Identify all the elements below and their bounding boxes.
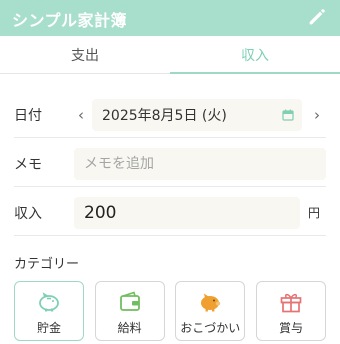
memo-input[interactable] xyxy=(74,147,326,180)
category-label: 給料 xyxy=(117,321,142,335)
category-label: おこづかい xyxy=(180,321,241,335)
category-label: 賞与 xyxy=(278,321,303,335)
gift-icon xyxy=(280,293,302,313)
type-tabs: 支出 収入 xyxy=(0,36,340,74)
category-title: カテゴリー xyxy=(14,257,80,272)
chevron-right-icon[interactable]: › xyxy=(310,100,324,130)
date-value: 2025年8月5日 (火) xyxy=(102,107,227,124)
category-allowance[interactable]: おこづかい xyxy=(175,281,246,341)
wallet-icon xyxy=(119,291,140,311)
amount-input[interactable] xyxy=(74,196,300,229)
date-picker[interactable]: 2025年8月5日 (火) xyxy=(92,98,302,131)
category-list: 貯金 給料 おこづかい 賞与 xyxy=(14,281,326,341)
amount-row: 収入 円 xyxy=(14,190,326,236)
pig-icon xyxy=(201,293,221,312)
chevron-left-icon[interactable]: ‹ xyxy=(74,100,88,130)
tab-expense[interactable]: 支出 xyxy=(0,36,170,73)
app-header: シンプル家計簿 xyxy=(0,0,340,36)
tab-income[interactable]: 収入 xyxy=(170,36,340,74)
app-title: シンプル家計簿 xyxy=(12,11,128,30)
category-bonus[interactable]: 賞与 xyxy=(255,281,326,341)
category-label: 貯金 xyxy=(36,321,61,335)
category-salary[interactable]: 給料 xyxy=(94,281,165,341)
date-row: 日付 ‹ 2025年8月5日 (火) › xyxy=(14,92,326,138)
memo-label: メモ xyxy=(14,156,42,173)
amount-label: 収入 xyxy=(14,205,42,222)
currency-unit: 円 xyxy=(308,206,321,220)
piggy-bank-icon xyxy=(39,292,59,312)
pencil-icon[interactable] xyxy=(306,6,328,28)
memo-row: メモ xyxy=(14,141,326,187)
date-label: 日付 xyxy=(14,107,42,124)
calendar-icon xyxy=(282,109,294,121)
category-savings[interactable]: 貯金 xyxy=(14,281,84,341)
